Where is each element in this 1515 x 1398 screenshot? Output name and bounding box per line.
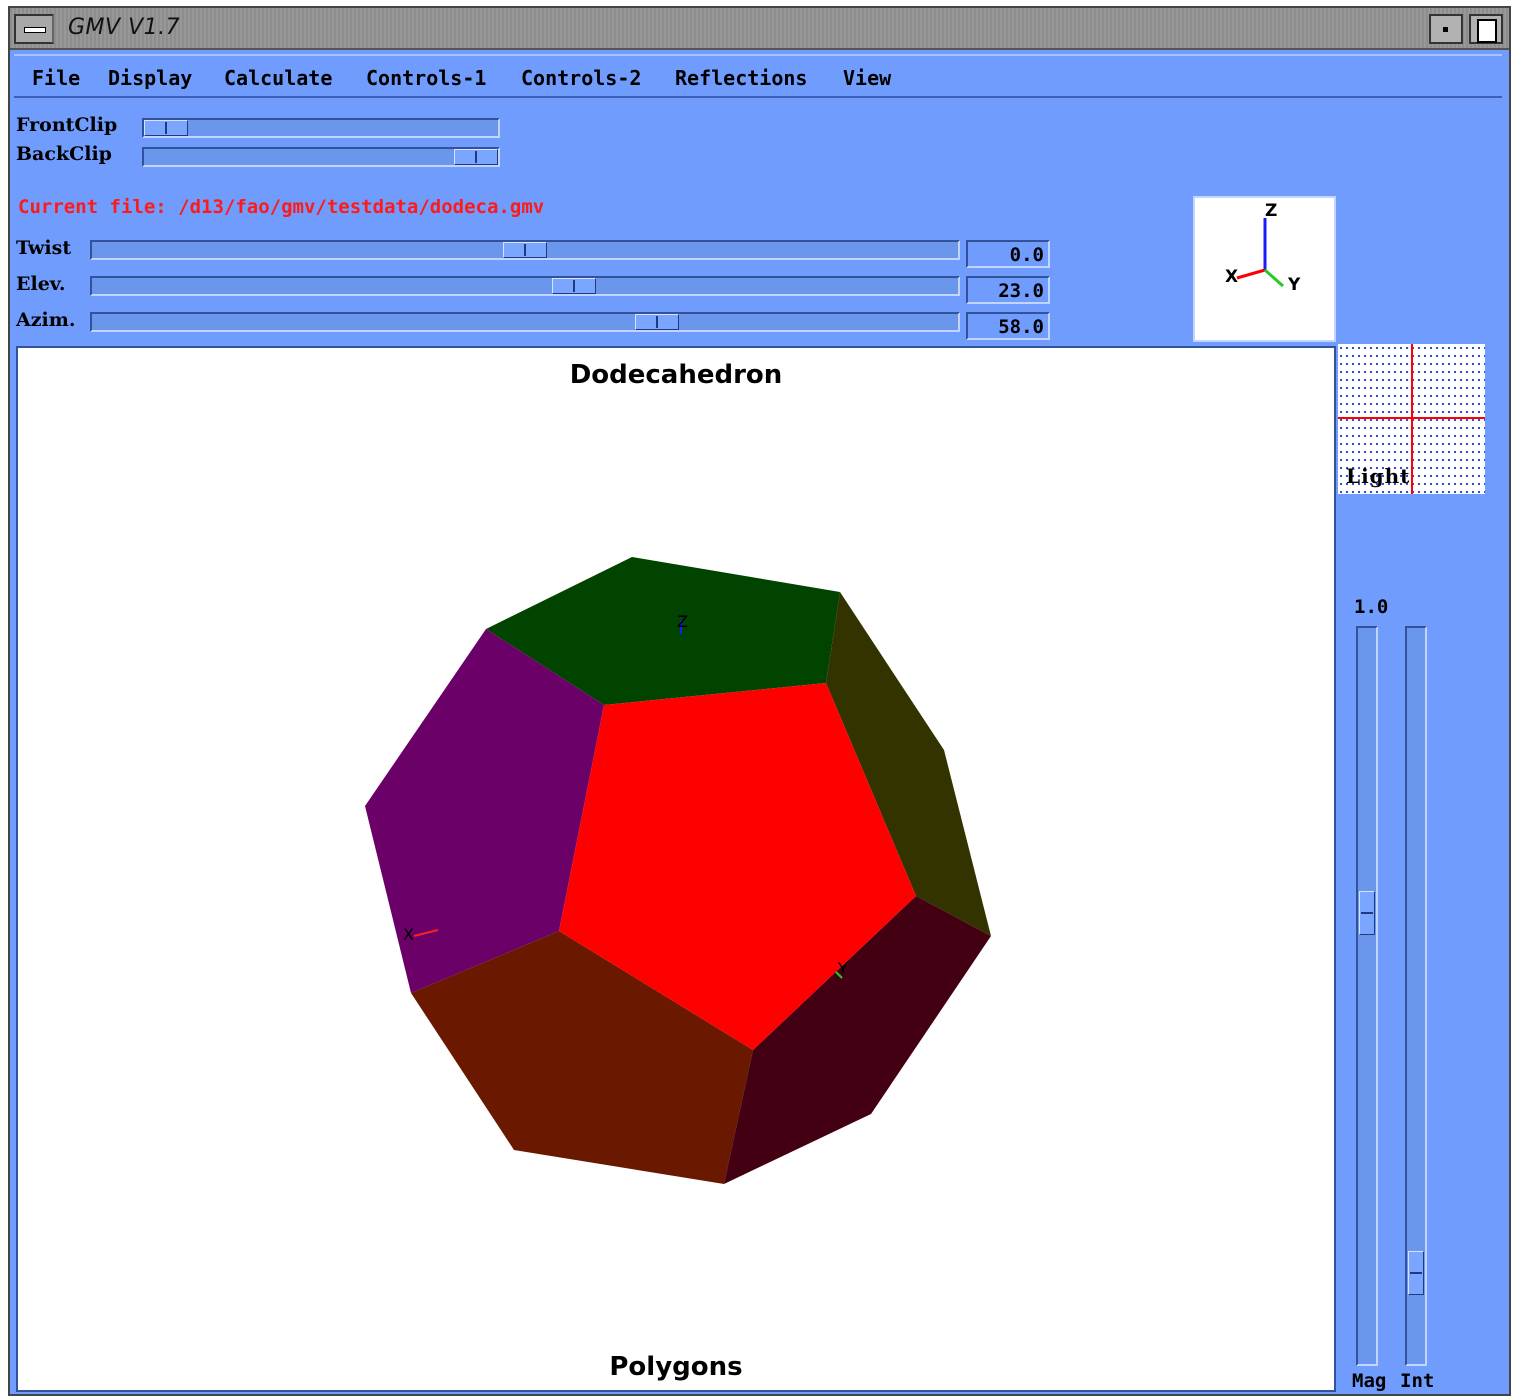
azim-value-field[interactable]: 58.0 bbox=[966, 312, 1050, 340]
backclip-label: BackClip bbox=[16, 143, 112, 165]
model-axis-y-label: Y bbox=[837, 959, 848, 978]
int-label: Int bbox=[1400, 1370, 1435, 1392]
axis-y-line bbox=[1264, 268, 1284, 288]
elev-label: Elev. bbox=[16, 273, 66, 295]
axes-triad-icon: Z X Y bbox=[1225, 201, 1301, 295]
axis-z-label: Z bbox=[1265, 201, 1277, 221]
frontclip-thumb[interactable] bbox=[144, 120, 188, 136]
backclip-thumb[interactable] bbox=[454, 149, 498, 165]
3d-viewport[interactable]: Dodecahedron Z X Y Polygons bbox=[16, 346, 1336, 1392]
viewport-subtitle: Polygons bbox=[609, 1352, 743, 1382]
backclip-slider[interactable] bbox=[142, 147, 500, 167]
menu-view[interactable]: View bbox=[843, 66, 891, 90]
menu-reflections[interactable]: Reflections bbox=[675, 66, 807, 90]
azim-thumb[interactable] bbox=[635, 314, 679, 330]
window-menu-button[interactable] bbox=[14, 14, 54, 44]
int-slider[interactable] bbox=[1405, 626, 1427, 1366]
axis-y-label: Y bbox=[1287, 275, 1301, 295]
axis-x-label: X bbox=[1225, 267, 1238, 287]
light-position-widget[interactable]: Light bbox=[1338, 344, 1485, 494]
menu-display[interactable]: Display bbox=[108, 66, 192, 90]
azim-slider[interactable] bbox=[90, 312, 960, 332]
elev-slider[interactable] bbox=[90, 276, 960, 296]
menu-controls-2[interactable]: Controls-2 bbox=[521, 66, 641, 90]
light-label: Light bbox=[1346, 464, 1411, 488]
menu-file[interactable]: File bbox=[32, 66, 80, 90]
azim-label: Azim. bbox=[16, 309, 76, 331]
gmv-window: GMV V1.7 File Display Calculate Controls… bbox=[8, 6, 1511, 1396]
axis-x-line bbox=[1236, 268, 1266, 280]
twist-thumb[interactable] bbox=[503, 242, 547, 258]
menu-controls-1[interactable]: Controls-1 bbox=[366, 66, 486, 90]
mag-slider[interactable] bbox=[1356, 626, 1378, 1366]
elev-thumb[interactable] bbox=[552, 278, 596, 294]
twist-label: Twist bbox=[16, 237, 72, 259]
int-thumb[interactable] bbox=[1408, 1251, 1424, 1295]
window-title: GMV V1.7 bbox=[68, 15, 181, 40]
model-axis-z-label: Z bbox=[677, 612, 688, 631]
minimize-button[interactable] bbox=[1429, 14, 1463, 44]
title-bar[interactable]: GMV V1.7 bbox=[10, 8, 1509, 50]
dodecahedron-render: Z X Y bbox=[365, 557, 991, 1184]
mag-thumb[interactable] bbox=[1359, 891, 1375, 935]
twist-value-field[interactable]: 0.0 bbox=[966, 240, 1050, 268]
magnify-value: 1.0 bbox=[1354, 596, 1389, 618]
frontclip-slider[interactable] bbox=[142, 118, 500, 138]
mag-label: Mag bbox=[1352, 1370, 1387, 1392]
maximize-button[interactable] bbox=[1469, 14, 1503, 44]
menu-bar: File Display Calculate Controls-1 Contro… bbox=[14, 54, 1502, 98]
elev-value-field[interactable]: 23.0 bbox=[966, 276, 1050, 304]
menu-calculate[interactable]: Calculate bbox=[224, 66, 332, 90]
twist-slider[interactable] bbox=[90, 240, 960, 260]
axes-orientation-widget: Z X Y bbox=[1193, 196, 1336, 342]
model-axis-x-label: X bbox=[403, 925, 414, 944]
current-file-label: Current file: /d13/fao/gmv/testdata/dode… bbox=[18, 196, 545, 218]
frontclip-label: FrontClip bbox=[16, 114, 118, 136]
